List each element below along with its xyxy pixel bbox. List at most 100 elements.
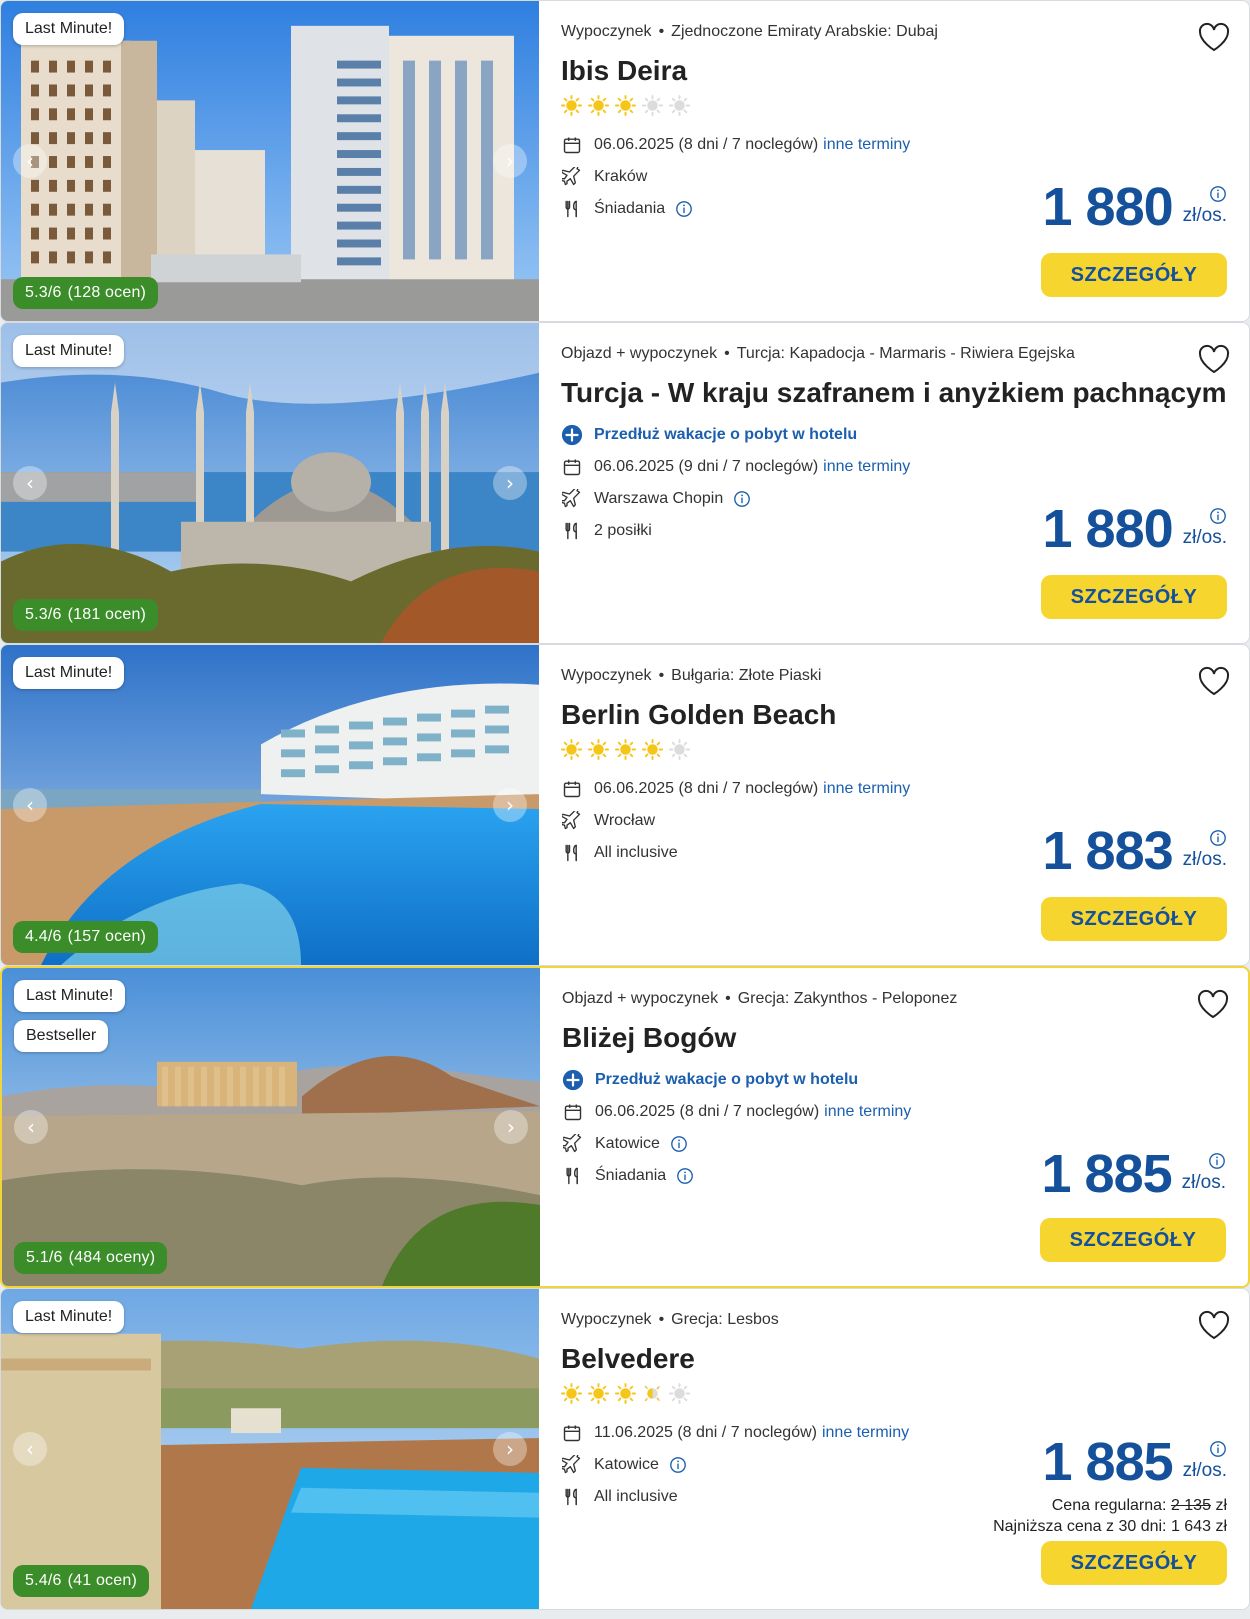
next-photo-button[interactable]: › <box>493 788 527 822</box>
trip-date: 11.06.2025 (8 dni / 7 noclegów) <box>594 1424 817 1441</box>
lowest-price-label: Najniższa cena z 30 dni: <box>993 1518 1167 1535</box>
rating-score: 5.3/6 <box>25 606 62 623</box>
departure-city: Warszawa Chopin <box>594 490 724 507</box>
sun-star-icon <box>669 739 690 765</box>
details-button[interactable]: SZCZEGÓŁY <box>1041 253 1227 297</box>
offer-photo[interactable]: Last Minute! ‹ › 5.3/6 (181 ocen) <box>1 323 539 643</box>
info-icon[interactable] <box>669 1456 687 1474</box>
offer-title[interactable]: Bliżej Bogów <box>562 1022 736 1054</box>
board-row: All inclusive <box>561 1481 909 1513</box>
sun-star-icon <box>642 739 663 765</box>
details-button[interactable]: SZCZEGÓŁY <box>1041 1541 1227 1585</box>
next-photo-button[interactable]: › <box>493 466 527 500</box>
info-icon[interactable] <box>675 200 693 218</box>
board-row: 2 posiłki <box>561 515 910 547</box>
destination: Zjednoczone Emiraty Arabskie: Dubaj <box>671 23 938 40</box>
plus-circle-icon <box>562 1069 584 1091</box>
price-info-icon[interactable] <box>1208 1152 1226 1170</box>
price-unit: zł/os. <box>1183 185 1227 227</box>
price-amount: 1 885 <box>1041 1144 1173 1204</box>
offer-photo[interactable]: Last Minute! ‹ › 4.4/6 (157 ocen) <box>1 645 539 965</box>
offer-card[interactable]: Last Minute! ‹ › 5.3/6 (128 ocen) Wypoczy… <box>0 0 1250 322</box>
offer-card[interactable]: Last Minute! ‹ › 5.3/6 (181 ocen) Objazd … <box>0 322 1250 644</box>
offer-info: Wypoczynek • Grecja: Lesbos Belvedere 11.06… <box>561 1289 1249 1609</box>
extend-stay-label: Przedłuż wakacje o pobyt w hotelu <box>594 426 858 443</box>
fork-knife-icon <box>561 842 583 864</box>
destination: Grecja: Lesbos <box>671 1311 779 1328</box>
other-dates-link[interactable]: inne terminy <box>823 780 910 798</box>
rating-badge: 5.1/6 (484 oceny) <box>14 1242 168 1274</box>
sun-star-icon <box>642 1383 663 1409</box>
offer-card[interactable]: Last Minute! ‹ › 4.4/6 (157 ocen) Wypoczy… <box>0 644 1250 966</box>
details-button[interactable]: SZCZEGÓŁY <box>1041 575 1227 619</box>
prev-photo-button[interactable]: ‹ <box>14 1110 48 1144</box>
next-photo-button[interactable]: › <box>494 1110 528 1144</box>
price-unit: zł/os. <box>1183 507 1227 549</box>
offer-title[interactable]: Turcja - W kraju szafranem i anyżkiem pa… <box>561 377 1227 409</box>
board-type: Śniadania <box>595 1167 667 1184</box>
next-photo-button[interactable]: › <box>493 144 527 178</box>
price-unit-label: zł/os. <box>1182 849 1227 870</box>
price-info-icon[interactable] <box>1209 507 1227 525</box>
offer-card[interactable]: Last Minute! Bestseller ‹ › 5.1/6 (484 oce… <box>0 966 1250 1288</box>
departure-row: Katowice <box>562 1128 911 1160</box>
prev-photo-button[interactable]: ‹ <box>13 144 47 178</box>
offer-photo[interactable]: Last Minute! Bestseller ‹ › 5.1/6 (484 oce… <box>2 968 540 1286</box>
price-info-icon[interactable] <box>1209 829 1227 847</box>
date-row: 11.06.2025 (8 dni / 7 noclegów) inne term… <box>561 1417 909 1449</box>
offer-title[interactable]: Ibis Deira <box>561 55 687 87</box>
regular-price-value: 2 135 <box>1170 1497 1211 1514</box>
favorite-heart-icon[interactable] <box>1196 988 1230 1020</box>
board-row: Śniadania <box>561 193 910 225</box>
offer-info: Wypoczynek • Zjednoczone Emiraty Arabskie:… <box>561 1 1249 321</box>
offer-details: 06.06.2025 (8 dni / 7 noclegów) inne term… <box>561 773 910 869</box>
price-unit-label: zł/os. <box>1181 1172 1226 1193</box>
info-icon[interactable] <box>670 1135 688 1153</box>
calendar-icon <box>561 134 583 156</box>
offer-photo[interactable]: Last Minute! ‹ › 5.4/6 (41 ocen) <box>1 1289 539 1609</box>
favorite-heart-icon[interactable] <box>1197 21 1231 53</box>
details-button[interactable]: SZCZEGÓŁY <box>1041 897 1227 941</box>
destination: Turcja: Kapadocja - Marmaris - Riwiera E… <box>736 345 1075 362</box>
next-photo-button[interactable]: › <box>493 1432 527 1466</box>
details-button[interactable]: SZCZEGÓŁY <box>1040 1218 1226 1262</box>
price-info-icon[interactable] <box>1209 185 1227 203</box>
price-unit: zł/os. <box>1182 1152 1226 1194</box>
rating-score: 4.4/6 <box>25 928 62 945</box>
offer-meta: Wypoczynek • Bułgaria: Złote Piaski <box>561 667 822 684</box>
extend-stay-link[interactable]: Przedłuż wakacje o pobyt w hotelu <box>562 1064 911 1096</box>
other-dates-link[interactable]: inne terminy <box>823 458 910 476</box>
destination: Grecja: Zakynthos - Peloponez <box>737 990 958 1007</box>
prev-photo-button[interactable]: ‹ <box>13 788 47 822</box>
date-row: 06.06.2025 (8 dni / 7 noclegów) inne term… <box>561 773 910 805</box>
offer-card[interactable]: Last Minute! ‹ › 5.4/6 (41 ocen) Wypoczyn… <box>0 1288 1250 1610</box>
price-unit-label: zł/os. <box>1182 527 1227 548</box>
other-dates-link[interactable]: inne terminy <box>824 1103 911 1121</box>
info-icon[interactable] <box>733 490 751 508</box>
offer-title[interactable]: Belvedere <box>561 1343 695 1375</box>
info-icon[interactable] <box>676 1167 694 1185</box>
other-dates-link[interactable]: inne terminy <box>822 1424 909 1442</box>
other-dates-link[interactable]: inne terminy <box>823 136 910 154</box>
offer-details: Przedłuż wakacje o pobyt w hotelu 06.06.2… <box>561 419 910 547</box>
hotel-stars <box>561 1383 690 1409</box>
plane-icon <box>561 810 583 832</box>
offer-title[interactable]: Berlin Golden Beach <box>561 699 836 731</box>
favorite-heart-icon[interactable] <box>1197 1309 1231 1341</box>
favorite-heart-icon[interactable] <box>1197 665 1231 697</box>
price: 1 880 zł/os. <box>1043 179 1228 235</box>
extend-stay-link[interactable]: Przedłuż wakacje o pobyt w hotelu <box>561 419 910 451</box>
rating-score: 5.1/6 <box>26 1249 63 1266</box>
offer-photo[interactable]: Last Minute! ‹ › 5.3/6 (128 ocen) <box>1 1 539 321</box>
price-amount: 1 880 <box>1042 499 1174 559</box>
prev-photo-button[interactable]: ‹ <box>13 1432 47 1466</box>
offer-details: 06.06.2025 (8 dni / 7 noclegów) inne term… <box>561 129 910 225</box>
price-info-icon[interactable] <box>1209 1440 1227 1458</box>
departure-city: Katowice <box>594 1456 659 1473</box>
rating-votes: (128 ocen) <box>67 284 147 301</box>
prev-photo-button[interactable]: ‹ <box>13 466 47 500</box>
sun-star-icon <box>561 95 582 121</box>
favorite-heart-icon[interactable] <box>1197 343 1231 375</box>
trip-type: Objazd + wypoczynek <box>562 990 719 1007</box>
departure-row: Kraków <box>561 161 910 193</box>
